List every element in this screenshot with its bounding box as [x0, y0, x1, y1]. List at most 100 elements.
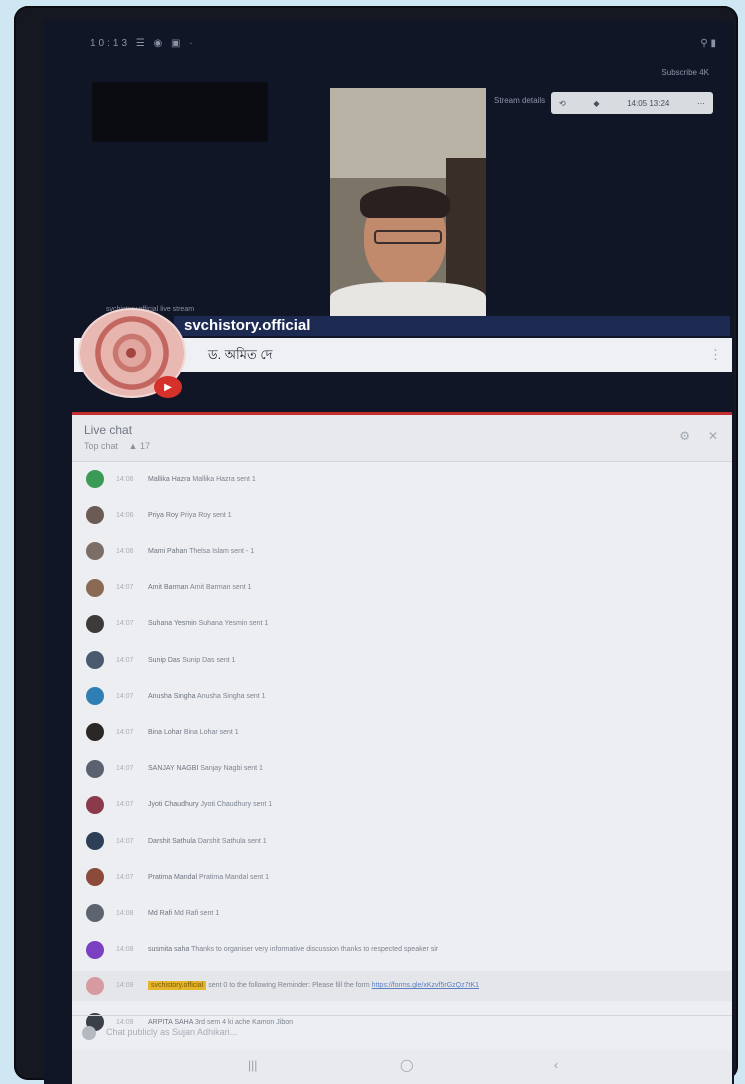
battery-signal-icons: ⚲ ▮ — [700, 38, 716, 49]
chat-message[interactable]: 14:08 susmita saha Thanks to organiser ve… — [72, 935, 732, 965]
chat-text: Suhana Yesmin sent 1 — [198, 620, 269, 628]
chat-avatar[interactable] — [86, 868, 104, 887]
chat-message[interactable]: 14:07 Pratima Mandal Pratima Mandal sent … — [72, 862, 732, 892]
chat-author[interactable]: Anusha Singha — [148, 693, 195, 700]
chat-text: Sunip Das sent 1 — [182, 656, 236, 664]
chat-avatar[interactable] — [86, 651, 104, 669]
chat-time: 14:07 — [116, 728, 134, 736]
chat-message[interactable]: 14:07 SANJAY NAGBI Sanjay Nagbi sent 1 — [72, 754, 732, 784]
chat-time: 14:08 — [116, 946, 134, 954]
chat-message[interactable]: 14:07 Anusha Singha Anusha Singha sent 1 — [72, 681, 732, 711]
channel-subtitle-text: ড. অমিত দে — [208, 347, 273, 362]
chat-author[interactable]: Pratima Mandal — [148, 874, 197, 881]
chat-author[interactable]: svchistory.official — [148, 981, 207, 991]
home-icon[interactable]: ◯ — [400, 1058, 413, 1072]
chat-author[interactable]: SANJAY NAGBI — [148, 765, 198, 772]
rotate-icon[interactable]: ⟲ — [559, 99, 566, 108]
chat-avatar[interactable] — [86, 723, 104, 742]
chat-line: SANJAY NAGBI Sanjay Nagbi sent 1 — [148, 765, 263, 772]
gear-icon[interactable]: ⚙ — [679, 429, 690, 443]
chat-message[interactable]: 14:07 Jyoti Chaudhury Jyoti Chaudhury sen… — [72, 790, 732, 820]
corner-text: Subscribe 4K — [661, 68, 709, 77]
chat-time: 14:07 — [116, 692, 134, 700]
chat-input-placeholder[interactable]: Chat publicly as Sujan Adhikari... — [106, 1027, 237, 1037]
chat-author[interactable]: Bina Lohar — [148, 729, 182, 736]
chat-avatar[interactable] — [86, 614, 104, 633]
more-icon[interactable]: ⋯ — [697, 99, 705, 108]
chat-message[interactable]: 14:07 Sunip Das Sunip Das sent 1 — [72, 645, 732, 675]
chat-time: 14:06 — [116, 547, 134, 555]
chat-line: Mallika Hazra Mallika Hazra sent 1 — [148, 476, 256, 483]
chat-message[interactable]: 14:07 Amit Barman Amit Barman sent 1 — [72, 573, 732, 603]
kebab-icon[interactable]: ⋮ — [709, 338, 722, 372]
avatar-center-dot — [126, 348, 136, 358]
tab-top-chat[interactable]: Top chat — [84, 441, 118, 451]
chat-avatar[interactable] — [86, 759, 104, 778]
chat-avatar[interactable] — [86, 795, 104, 814]
chat-line: Bina Lohar Bina Lohar sent 1 — [148, 729, 239, 736]
chat-author[interactable]: Amit Barman — [148, 584, 188, 591]
chat-input-bar[interactable]: Chat publicly as Sujan Adhikari... — [72, 1015, 732, 1050]
chat-message[interactable]: 14:09 svchistory.official sent 0 to the f… — [72, 970, 732, 1001]
android-nav-bar: ||| ◯ ‹ — [72, 1050, 732, 1084]
back-icon[interactable]: ‹ — [554, 1058, 558, 1072]
live-chat-panel: Live chat Top chat ▲ 17 ⚙ ✕ 14:06 Mallika… — [72, 412, 732, 1084]
close-icon[interactable]: ✕ — [708, 429, 718, 443]
chat-avatar[interactable] — [86, 470, 104, 488]
chat-avatar[interactable] — [86, 542, 104, 561]
chat-line: Md Rafi Md Rafi sent 1 — [148, 910, 219, 917]
chat-line: susmita saha Thanks to organiser very in… — [148, 946, 438, 953]
chat-text: Thanks to organiser very informative dis… — [191, 946, 439, 954]
chat-text: Md Rafi sent 1 — [174, 909, 220, 917]
control-pill[interactable]: ⟲ ◆ 14:05 13:24 ⋯ — [551, 92, 713, 114]
device-screen: 10:13 ☰ ◉ ▣ · ⚲ ▮ Subscribe 4K Stream de… — [44, 20, 734, 1084]
video-bookshelf — [446, 158, 486, 298]
chat-time: 14:09 — [116, 982, 134, 990]
chat-author[interactable]: Mami Pahan — [148, 548, 187, 555]
speaker-video[interactable] — [330, 88, 486, 320]
diamond-icon[interactable]: ◆ — [593, 99, 599, 108]
chat-avatar[interactable] — [86, 940, 104, 959]
chat-author[interactable]: Darshit Sathula — [148, 838, 196, 845]
chat-author[interactable]: Sunip Das — [148, 657, 180, 664]
chat-time: 14:06 — [116, 511, 134, 519]
chat-time: 14:07 — [116, 837, 134, 845]
chat-text: Pratima Mandal sent 1 — [198, 873, 270, 881]
chat-time: 14:07 — [116, 873, 134, 881]
chat-message[interactable]: 14:06 Mami Pahan Thelsa Islam sent - 1 — [72, 536, 732, 566]
chat-avatar[interactable] — [86, 687, 104, 706]
recent-apps-icon[interactable]: ||| — [248, 1058, 257, 1072]
chat-line: svchistory.official sent 0 to the follow… — [148, 981, 479, 991]
channel-name[interactable]: svchistory.official — [174, 316, 730, 336]
blacked-out-area — [92, 82, 268, 142]
chat-avatar[interactable] — [86, 976, 104, 995]
chat-author[interactable]: susmita saha — [148, 946, 189, 953]
stream-meta: Stream details — [494, 96, 546, 105]
chat-link[interactable]: https://forms.gle/xKzvf5rGzQz7tK1 — [372, 982, 479, 989]
chat-avatar[interactable] — [86, 904, 104, 923]
chat-avatar[interactable] — [86, 578, 104, 597]
chat-avatar[interactable] — [86, 506, 104, 525]
chat-avatar[interactable] — [86, 832, 104, 850]
chat-message[interactable]: 14:06 Priya Roy Priya Roy sent 1 — [72, 500, 732, 530]
status-bar: 10:13 ☰ ◉ ▣ · ⚲ ▮ — [44, 20, 734, 60]
chat-message[interactable]: 14:07 Bina Lohar Bina Lohar sent 1 — [72, 717, 732, 747]
chat-text: Amit Barman sent 1 — [190, 584, 252, 592]
chat-tabs[interactable]: Top chat ▲ 17 — [84, 441, 150, 451]
chat-message[interactable]: 14:08 Md Rafi Md Rafi sent 1 — [72, 898, 732, 928]
chat-time: 14:07 — [116, 765, 134, 773]
chat-author[interactable]: Md Rafi — [148, 910, 172, 917]
chat-author[interactable]: Mallika Hazra — [148, 476, 190, 483]
chat-message[interactable]: 14:07 Darshit Sathula Darshit Sathula sen… — [72, 826, 732, 856]
chat-time: 14:07 — [116, 584, 134, 592]
chat-message[interactable]: 14:06 Mallika Hazra Mallika Hazra sent 1 — [72, 464, 732, 494]
chat-message[interactable]: 14:07 Suhana Yesmin Suhana Yesmin sent 1 — [72, 609, 732, 639]
chat-author[interactable]: Jyoti Chaudhury — [148, 801, 199, 808]
user-avatar-icon — [82, 1026, 96, 1040]
speaker-hair — [360, 186, 450, 218]
chat-time: 14:07 — [116, 620, 134, 628]
chat-text: Darshit Sathula sent 1 — [197, 837, 267, 845]
chat-author[interactable]: Priya Roy — [148, 512, 178, 519]
chat-line: Priya Roy Priya Roy sent 1 — [148, 512, 232, 519]
chat-author[interactable]: Suhana Yesmin — [148, 620, 197, 627]
